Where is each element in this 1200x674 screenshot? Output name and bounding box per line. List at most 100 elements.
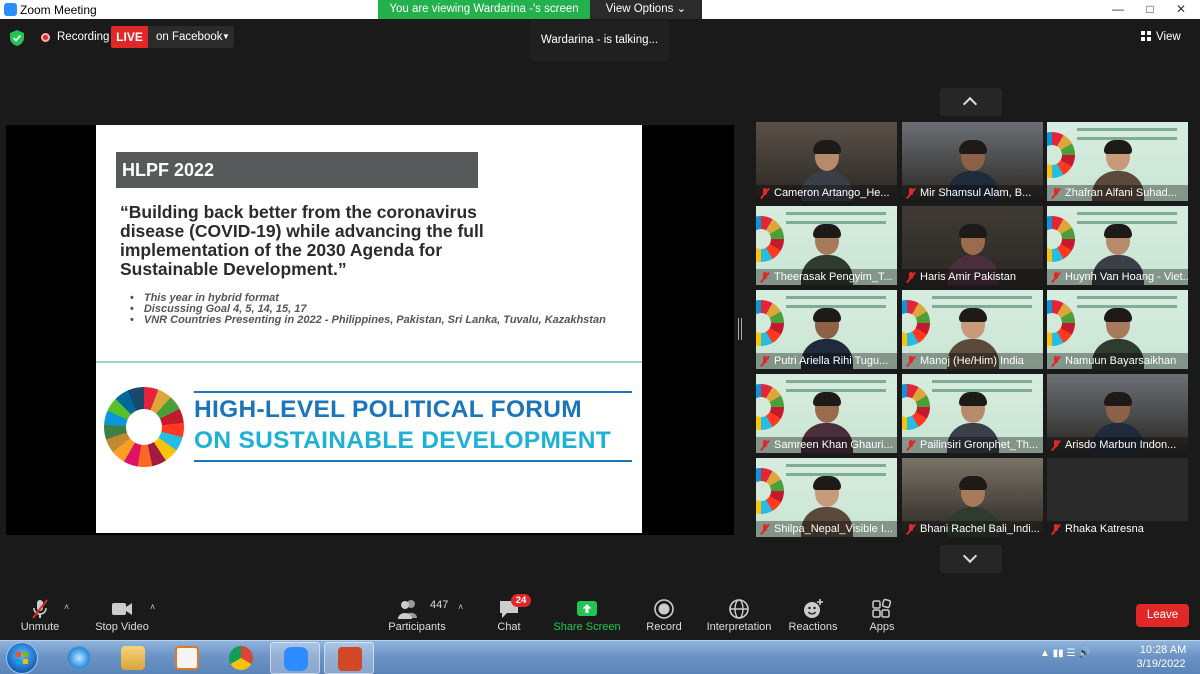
muted-mic-icon <box>1052 524 1060 534</box>
taskbar-clock-date[interactable]: 3/19/2022 <box>1129 658 1193 670</box>
maximize-button[interactable]: □ <box>1135 2 1165 16</box>
participant-tile[interactable]: Huynh Van Hoang - Viet... <box>1047 206 1188 285</box>
participant-tile[interactable]: Pailinsiri Gronphet_Th... <box>902 374 1043 453</box>
active-speaker-indicator: Wardarina - is talking... <box>529 20 670 61</box>
minimize-button[interactable]: — <box>1103 2 1133 16</box>
video-options-caret-icon[interactable]: ˄ <box>150 602 155 612</box>
participant-tile[interactable]: Putri Ariella Rihi Tugu... <box>756 290 897 369</box>
muted-mic-icon <box>761 440 769 450</box>
gallery-scroll-down-button[interactable] <box>940 545 1002 573</box>
reactions-button[interactable]: Reactions <box>786 590 840 640</box>
gallery-scroll-up-button[interactable] <box>940 88 1002 116</box>
participant-tile[interactable]: Bhani Rachel Bali_Indi... <box>902 458 1043 537</box>
view-options-button[interactable]: View Options ⌄ <box>590 0 702 19</box>
apps-icon <box>872 598 892 618</box>
system-tray-icons[interactable]: ▲ ▮▮ ☰ 🔊 <box>1040 648 1091 659</box>
participant-tile[interactable]: Shilpa_Nepal_Visible I... <box>756 458 897 537</box>
participant-name: Cameron Artango_He... <box>756 185 897 201</box>
participant-tile[interactable]: Rhaka Katresna <box>1047 458 1188 537</box>
muted-mic-icon <box>1052 356 1060 366</box>
participants-options-caret-icon[interactable]: ˄ <box>458 602 463 612</box>
slide-bullet-list: This year in hybrid format Discussing Go… <box>130 293 606 326</box>
audio-options-caret-icon[interactable]: ˄ <box>64 602 69 612</box>
viewing-screen-banner: You are viewing Wardarina -'s screen <box>378 0 590 19</box>
sdg-wheel-icon <box>1047 132 1075 178</box>
participants-button[interactable]: Participants <box>386 590 448 640</box>
muted-mic-icon <box>907 188 915 198</box>
slide-quote: “Building back better from the coronavir… <box>120 203 590 279</box>
taskbar-zoom[interactable] <box>270 642 320 674</box>
stop-video-button[interactable]: Stop Video <box>92 590 152 640</box>
sdg-wheel-icon <box>756 384 784 430</box>
taskbar-chrome[interactable] <box>216 642 266 674</box>
slide-quote-line: “Building back better from the coronavir… <box>120 202 477 222</box>
unmute-label: Unmute <box>20 621 60 633</box>
participant-tile[interactable]: Arisdo Marbun Indon... <box>1047 374 1188 453</box>
participant-tile[interactable]: Samreen Khan Ghauri... <box>756 374 897 453</box>
participants-label: Participants <box>388 621 446 633</box>
participant-tile[interactable]: Namuun Bayarsaikhan <box>1047 290 1188 369</box>
share-screen-label: Share Screen <box>553 621 621 633</box>
encryption-shield-icon[interactable] <box>10 30 24 46</box>
muted-mic-icon <box>761 188 769 198</box>
participant-tile[interactable]: Cameron Artango_He... <box>756 122 897 201</box>
participant-name: Putri Ariella Rihi Tugu... <box>756 353 897 369</box>
sdg-wheel-icon <box>902 384 930 430</box>
internet-explorer-icon <box>67 646 91 670</box>
leave-meeting-button[interactable]: Leave <box>1136 604 1189 627</box>
participant-tile[interactable]: Theerasak Pengyim_T... <box>756 206 897 285</box>
muted-mic-icon <box>1052 272 1060 282</box>
participant-tile[interactable]: Mir Shamsul Alam, B... <box>902 122 1043 201</box>
taskbar-clock-time[interactable]: 10:28 AM <box>1133 644 1193 656</box>
recording-label[interactable]: Recording <box>57 31 109 43</box>
view-label: View <box>1156 31 1181 43</box>
participant-name: Zhafran Alfani Suhad... <box>1047 185 1188 201</box>
muted-mic-icon <box>1052 188 1060 198</box>
taskbar-powerpoint[interactable] <box>324 642 374 674</box>
window-title: Zoom Meeting <box>20 3 97 17</box>
forum-title-rule <box>194 391 632 393</box>
panel-resize-handle[interactable] <box>738 318 742 340</box>
caret-down-icon: ▼ <box>222 32 230 41</box>
view-button[interactable]: View <box>1141 26 1193 48</box>
participants-icon <box>398 600 417 619</box>
participant-name: Theerasak Pengyim_T... <box>756 269 897 285</box>
participant-tile[interactable]: Zhafran Alfani Suhad... <box>1047 122 1188 201</box>
participant-name: Pailinsiri Gronphet_Th... <box>902 437 1043 453</box>
participant-name: Haris Amir Pakistan <box>902 269 1043 285</box>
participant-name-text: Pailinsiri Gronphet_Th... <box>920 439 1038 451</box>
chat-label: Chat <box>497 621 521 633</box>
powerpoint-icon <box>338 647 362 671</box>
stop-video-label: Stop Video <box>95 621 149 633</box>
participant-name: Manoj (He/Him) India <box>902 353 1043 369</box>
participant-name: Namuun Bayarsaikhan <box>1047 353 1188 369</box>
record-button[interactable]: Record <box>644 590 684 640</box>
taskbar-media-player[interactable] <box>162 642 212 674</box>
sdg-wheel-icon <box>756 300 784 346</box>
participant-name: Rhaka Katresna <box>1047 521 1188 537</box>
recording-dot-icon <box>41 33 50 42</box>
close-button[interactable]: ✕ <box>1166 2 1196 16</box>
folder-icon <box>121 646 145 670</box>
taskbar-file-explorer[interactable] <box>108 642 158 674</box>
share-screen-button[interactable]: Share Screen <box>552 590 622 640</box>
participant-tile[interactable]: Haris Amir Pakistan <box>902 206 1043 285</box>
participant-tile[interactable]: Manoj (He/Him) India <box>902 290 1043 369</box>
participant-name: Samreen Khan Ghauri... <box>756 437 897 453</box>
participants-count: 447 <box>430 599 449 611</box>
chat-unread-badge: 24 <box>511 594 531 607</box>
globe-icon <box>729 599 749 619</box>
live-on-facebook-button[interactable]: on Facebook ▼ <box>148 26 234 48</box>
windows-taskbar <box>0 640 1200 674</box>
slide-bullet: VNR Countries Presenting in 2022 - Phili… <box>130 315 606 326</box>
taskbar-internet-explorer[interactable] <box>54 642 104 674</box>
unmute-button[interactable]: Unmute <box>14 590 66 640</box>
chevron-down-icon <box>962 548 978 564</box>
sdg-wheel-icon <box>756 468 784 514</box>
windows-start-button[interactable] <box>6 642 38 674</box>
apps-button[interactable]: Apps <box>862 590 902 640</box>
forum-title-rule <box>194 460 632 462</box>
slide-quote-line: Sustainable Development.” <box>120 259 347 279</box>
record-label: Record <box>646 621 682 633</box>
interpretation-button[interactable]: Interpretation <box>704 590 774 640</box>
